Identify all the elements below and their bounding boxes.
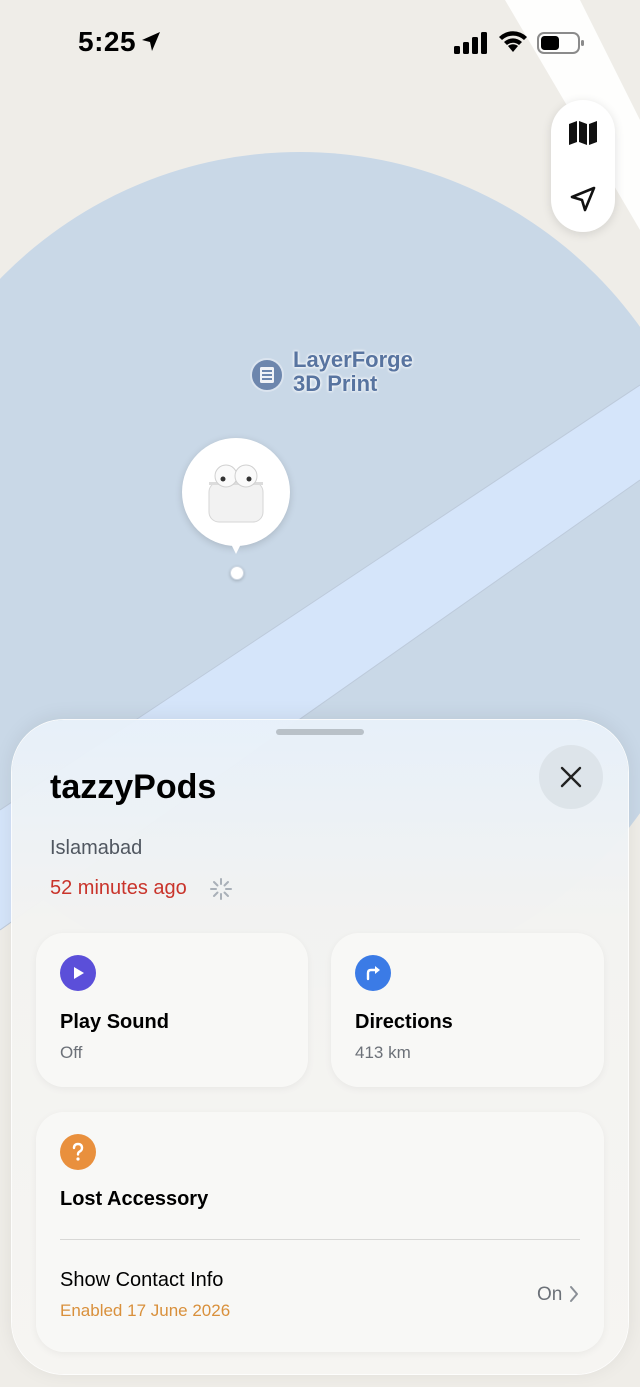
last-seen-time: 52 minutes ago xyxy=(50,877,187,899)
show-contact-info-label[interactable]: Show Contact Info xyxy=(60,1269,223,1292)
turn-right-arrow-icon xyxy=(355,955,391,991)
sheet-grabber[interactable] xyxy=(276,729,364,735)
battery-icon xyxy=(537,32,584,54)
device-name: tazzyPods xyxy=(50,768,217,806)
poi-label: LayerForge 3D Print xyxy=(293,348,473,396)
directions-card[interactable]: Directions 413 km xyxy=(331,933,604,1087)
play-icon xyxy=(60,955,96,991)
track-location-button[interactable] xyxy=(551,166,615,232)
location-services-icon xyxy=(142,32,160,51)
map-style-button[interactable] xyxy=(551,100,615,166)
contact-info-state[interactable]: On xyxy=(537,1284,562,1306)
close-button[interactable] xyxy=(539,745,603,809)
lost-accessory-title[interactable]: Lost Accessory xyxy=(60,1188,208,1211)
poi-label-line1: LayerForge xyxy=(293,347,413,372)
map-icon xyxy=(569,121,597,145)
device-location-dot xyxy=(230,566,244,580)
divider xyxy=(60,1239,580,1240)
location-arrow-icon xyxy=(570,186,596,212)
contact-enabled-date: Enabled 17 June 2026 xyxy=(60,1301,231,1320)
map-controls xyxy=(551,100,615,232)
play-sound-card[interactable]: Play Sound Off xyxy=(36,933,308,1087)
directions-title: Directions xyxy=(355,1011,453,1033)
play-sound-status: Off xyxy=(60,1043,83,1062)
loading-spinner-icon xyxy=(210,878,232,900)
store-icon xyxy=(250,358,284,392)
device-location: Islamabad xyxy=(50,837,143,859)
wifi-icon xyxy=(499,31,527,52)
directions-distance: 413 km xyxy=(355,1043,411,1062)
poi-label-line2: 3D Print xyxy=(293,371,378,396)
chevron-right-icon[interactable] xyxy=(568,1285,580,1303)
status-bar: 5:25 xyxy=(0,0,640,90)
play-sound-title: Play Sound xyxy=(60,1011,169,1033)
device-detail-sheet: tazzyPods Islamabad 52 minutes ago Play … xyxy=(12,720,628,1374)
question-mark-icon xyxy=(60,1134,96,1170)
airpods-case-icon xyxy=(208,464,264,523)
close-icon xyxy=(560,766,582,788)
cellular-signal-icon xyxy=(454,32,487,54)
lost-accessory-card: Lost Accessory Show Contact Info Enabled… xyxy=(36,1112,604,1352)
status-time: 5:25 xyxy=(78,26,137,57)
last-seen-row: 52 minutes ago xyxy=(50,877,232,903)
